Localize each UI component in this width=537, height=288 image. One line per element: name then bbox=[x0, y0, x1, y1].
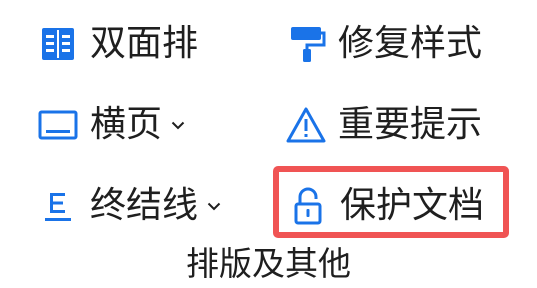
landscape-button[interactable]: 横页 bbox=[36, 101, 186, 149]
fix-style-label: 修复样式 bbox=[338, 23, 483, 64]
chevron-down-icon[interactable] bbox=[206, 198, 222, 214]
important-notice-button[interactable]: 重要提示 bbox=[284, 101, 482, 149]
important-notice-label: 重要提示 bbox=[338, 104, 483, 145]
paint-roller-icon bbox=[284, 22, 328, 66]
landscape-page-icon bbox=[36, 103, 80, 147]
fix-style-button[interactable]: 修复样式 bbox=[284, 20, 482, 68]
end-line-label: 终结线 bbox=[90, 185, 199, 226]
warning-icon bbox=[284, 103, 328, 147]
end-line-button[interactable]: 终结线 bbox=[36, 182, 222, 230]
chevron-down-icon[interactable] bbox=[170, 117, 186, 133]
ribbon-group-layout-and-other: 双面排 修复样式 横页 重要提示 终结线 保护文档 排版及其他 bbox=[0, 0, 537, 288]
double-sided-label: 双面排 bbox=[90, 23, 199, 64]
landscape-label: 横页 bbox=[90, 104, 163, 145]
double-page-icon bbox=[36, 22, 80, 66]
group-title: 排版及其他 bbox=[186, 244, 351, 283]
double-sided-button[interactable]: 双面排 bbox=[36, 20, 198, 68]
end-line-icon bbox=[36, 184, 80, 228]
highlight-box bbox=[273, 166, 509, 238]
